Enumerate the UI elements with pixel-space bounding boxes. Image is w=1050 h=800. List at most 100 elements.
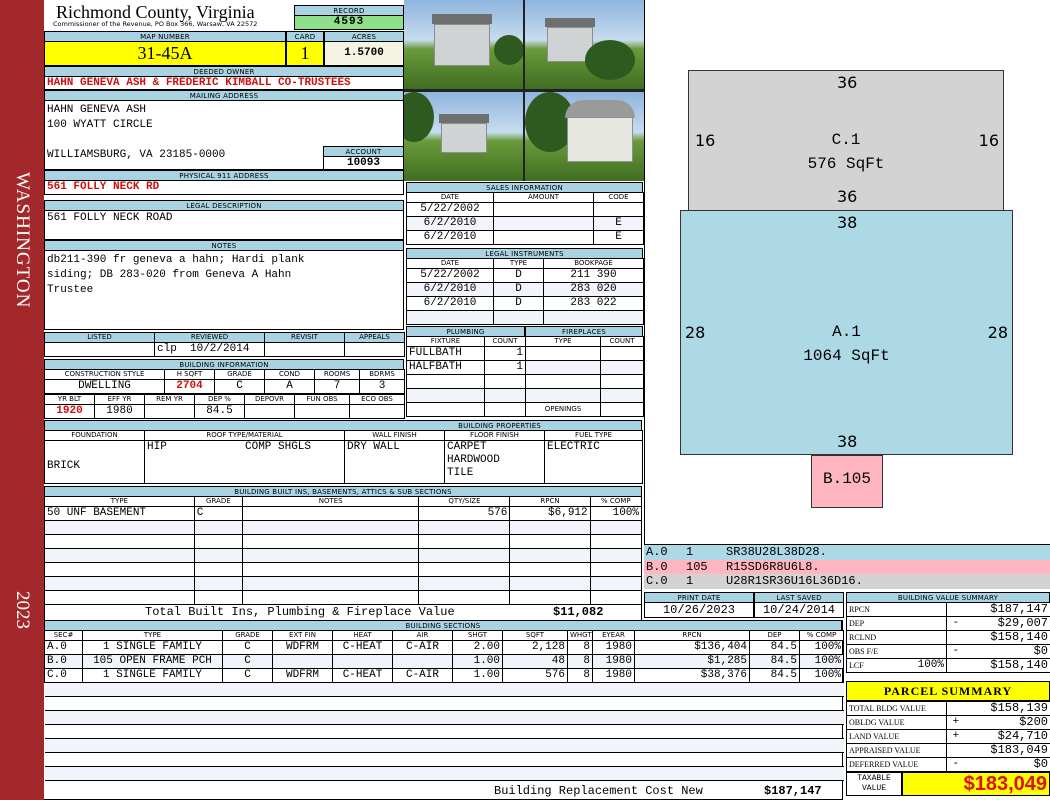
property-photo-1[interactable]	[404, 0, 523, 89]
sketch-section-b[interactable]: B.105	[811, 455, 883, 508]
table-cell	[749, 724, 800, 739]
column-header: CONSTRUCTION STYLE	[44, 369, 165, 380]
openings-label: OPENINGS	[525, 402, 601, 417]
rcn-value: $187,147	[764, 784, 822, 798]
table-cell	[82, 682, 223, 697]
empty-row	[44, 576, 643, 591]
legend-sec: A.0	[646, 545, 668, 559]
table-cell	[241, 562, 420, 577]
building-info-value: 1920	[44, 404, 95, 419]
section-heat: C-HEAT	[332, 668, 393, 683]
table-cell	[392, 724, 453, 739]
section-whgt: 8	[567, 654, 593, 669]
table-cell	[502, 710, 568, 725]
table-cell	[634, 696, 750, 711]
table-cell	[799, 710, 844, 725]
section-comp: 100%	[799, 668, 844, 683]
table-cell	[589, 576, 643, 591]
table-cell	[82, 710, 223, 725]
sketch-section-a[interactable]: 38 38 28 28 A.1 1064 SqFt	[680, 210, 1013, 455]
property-photo-2[interactable]	[525, 0, 644, 89]
taxable-value: $183,049	[902, 772, 1050, 796]
summary-key: RCLND	[846, 630, 947, 645]
column-header: FUN OBS	[294, 394, 350, 405]
table-cell	[592, 696, 635, 711]
table-cell	[799, 738, 844, 753]
building-info-value	[144, 404, 195, 419]
sketch-section-c[interactable]: 36 36 16 16 C.1 576 SqFt	[688, 70, 1004, 211]
section-type: 105 OPEN FRAME PCH	[82, 654, 223, 669]
fuel-value: ELECTRIC	[544, 440, 643, 484]
column-header: DEP	[749, 630, 800, 641]
building-sketch[interactable]: 36 36 16 16 C.1 576 SqFt 38 38 28 28 A.1…	[644, 0, 1050, 545]
instrument-bookpage: 211 390	[543, 268, 644, 283]
empty-row	[406, 310, 644, 325]
mailing-line3: WILLIAMSBURG, VA 23185-0000	[47, 149, 226, 161]
section-eyear: 1980	[592, 640, 635, 655]
summary-key: LCF 100%	[846, 658, 947, 673]
floor-value: HARDWOOD	[447, 454, 500, 466]
empty-row	[44, 562, 643, 577]
table-cell	[452, 738, 503, 753]
fixture-count: 1	[484, 360, 526, 375]
account-label: ACCOUNT	[323, 146, 404, 156]
section-air: C-AIR	[392, 640, 453, 655]
table-cell	[592, 710, 635, 725]
table-cell	[241, 534, 420, 549]
table-row: 1920 1980 84.5	[44, 404, 405, 419]
legal-instruments: LEGAL INSTRUMENTS DATE TYPE BOOKPAGE 5/22/2…	[406, 248, 644, 325]
column-header: DEP %	[194, 394, 245, 405]
instrument-type: D	[493, 282, 544, 297]
table-cell	[222, 696, 273, 711]
column-header: AMOUNT	[493, 192, 594, 203]
table-cell	[589, 534, 643, 549]
sketch-legend-row[interactable]: C.0 1 U28R1SR36U16L36D16.	[644, 574, 1050, 589]
table-cell	[567, 682, 593, 697]
section-sqft: 2,128	[502, 640, 568, 655]
column-header: H SQFT	[164, 369, 215, 380]
empty-row	[44, 738, 844, 753]
building-info-value: 3	[359, 379, 405, 394]
sales-info: SALES INFORMATION DATE AMOUNT CODE 5/22/200…	[406, 182, 644, 245]
column-header: % COMP	[589, 496, 643, 507]
dim-c-bottom: 36	[837, 187, 858, 206]
section-eyear: 1980	[592, 654, 635, 669]
table-cell	[567, 696, 593, 711]
building-info-value: DWELLING	[44, 379, 165, 394]
record-box: RECORD 4593	[294, 5, 404, 30]
table-cell	[418, 576, 511, 591]
building-info-value: 7	[314, 379, 360, 394]
empty-row	[44, 766, 844, 781]
table-cell	[392, 738, 453, 753]
property-photo-4[interactable]	[525, 92, 644, 181]
table-cell	[406, 310, 494, 325]
sketch-legend-row[interactable]: B.0 105 R15SD6R8U6L8.	[644, 559, 1050, 574]
column-header: REM YR	[144, 394, 195, 405]
table-cell	[332, 738, 393, 753]
building-info-value: C	[214, 379, 265, 394]
column-header: HEAT	[332, 630, 393, 641]
dates: PRINT DATE LAST SAVED 10/26/2023 10/24/201…	[644, 592, 844, 618]
column-header: TYPE	[493, 258, 544, 269]
property-photo-3[interactable]	[404, 92, 523, 181]
summary-value: $183,049	[964, 743, 1050, 758]
table-cell: 576	[418, 506, 511, 521]
table-cell	[509, 562, 591, 577]
sketch-legend-row[interactable]: A.0 1 SR38U28L38D28.	[644, 545, 1050, 560]
summary-key: TOTAL BLDG VALUE	[846, 701, 947, 716]
summary-sign	[946, 602, 965, 617]
sale-date: 5/22/2002	[406, 202, 494, 217]
column-header: TYPE	[525, 336, 601, 347]
legend-path: R15SD6R8U6L8.	[726, 559, 820, 574]
instrument-row: 6/2/2010 D 283 020	[406, 282, 644, 297]
notes-label: NOTES	[44, 240, 404, 250]
empty-row	[44, 682, 844, 697]
reviewed-value: clp 10/2/2014	[154, 342, 265, 357]
sections-label: BUILDING SECTIONS	[44, 620, 842, 630]
summary-value: $158,140	[964, 658, 1050, 673]
section-sec: C.0	[44, 668, 83, 683]
summary-row: RCLND $158,140	[846, 630, 1050, 645]
photo-gallery	[404, 0, 644, 181]
instrument-row: 5/22/2002 D 211 390	[406, 268, 644, 283]
summary-row: DEFERRED VALUE - $0	[846, 757, 1050, 772]
